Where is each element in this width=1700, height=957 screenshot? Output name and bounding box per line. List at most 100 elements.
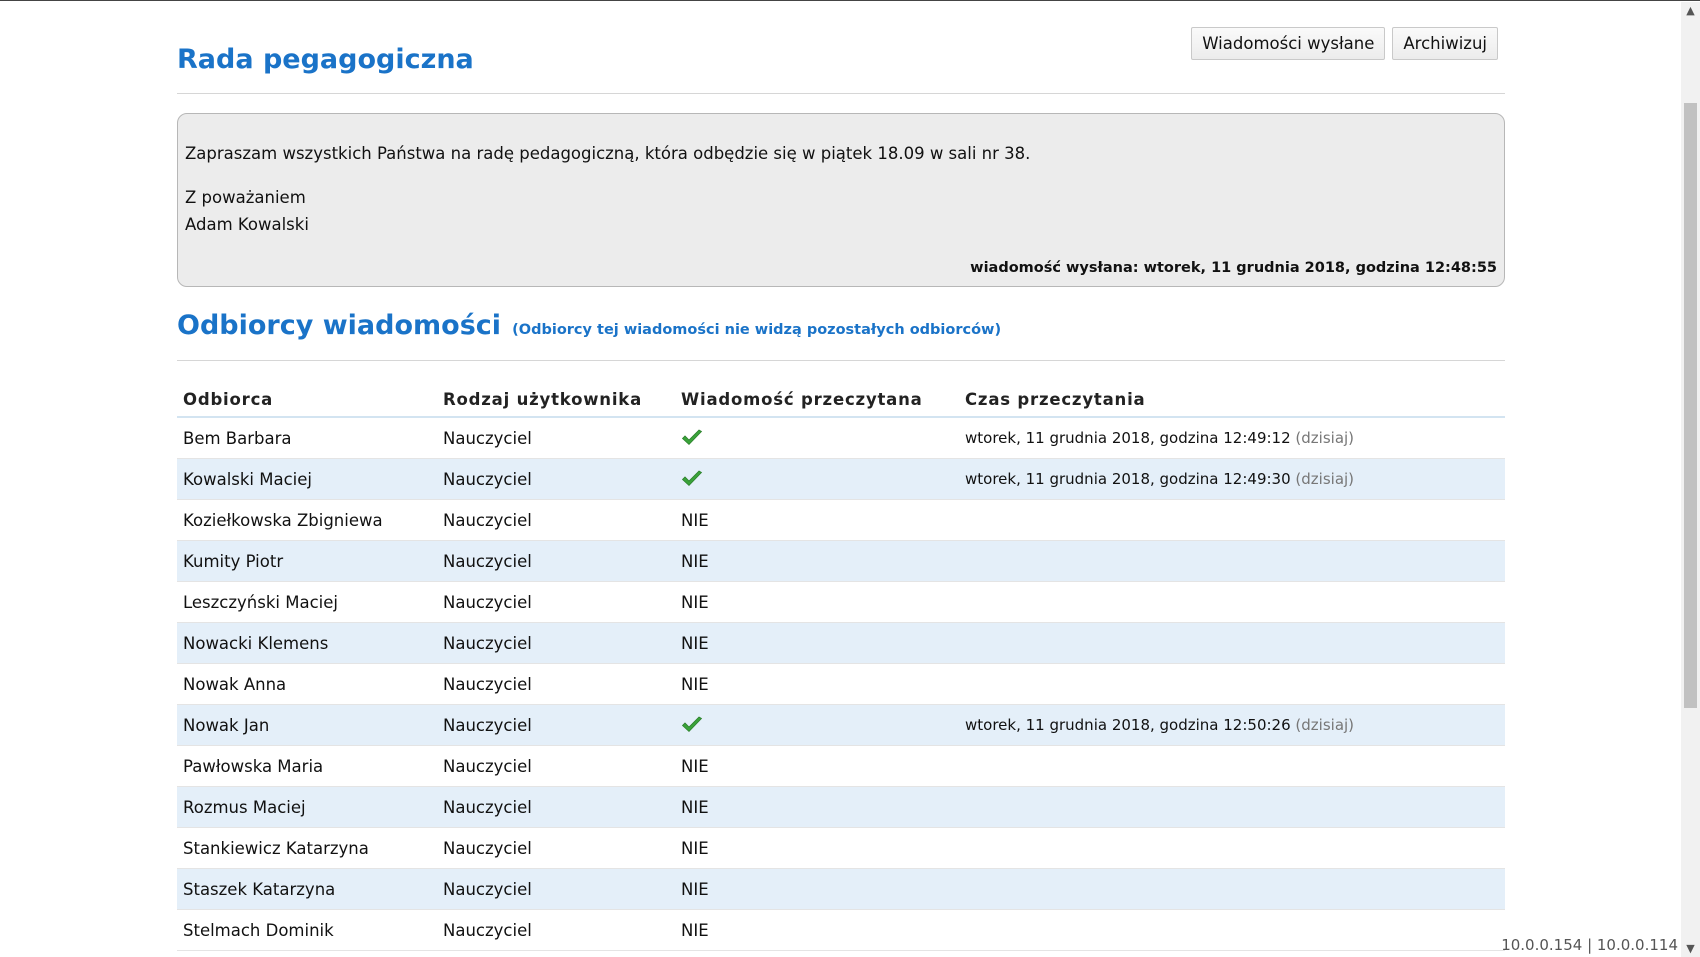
not-read-label: NIE <box>681 551 709 571</box>
not-read-label: NIE <box>681 756 709 776</box>
today-label: (dzisiaj) <box>1295 716 1355 734</box>
not-read-label: NIE <box>681 674 709 694</box>
archive-button[interactable]: Archiwizuj <box>1392 27 1498 60</box>
table-row: Nowacki Klemens Nauczyciel NIE <box>177 622 1505 664</box>
read-status <box>675 458 959 500</box>
checkmark-icon <box>681 429 953 447</box>
read-time-value: wtorek, 11 grudnia 2018, godzina 12:50:2… <box>965 716 1291 734</box>
not-read-label: NIE <box>681 797 709 817</box>
scrollbar-thumb[interactable] <box>1684 103 1697 708</box>
user-type: Nauczyciel <box>437 622 675 664</box>
checkmark-icon <box>681 470 953 488</box>
message-greeting: Z poważaniem <box>185 188 306 207</box>
read-status: NIE <box>675 499 959 541</box>
recipient-name: Stankiewicz Katarzyna <box>177 827 437 869</box>
ip-info: 10.0.0.154 | 10.0.0.114 <box>1501 936 1678 954</box>
read-status: NIE <box>675 663 959 705</box>
column-header-recipient: Odbiorca <box>177 383 437 418</box>
recipient-name: Pawłowska Maria <box>177 745 437 787</box>
read-status <box>675 704 959 746</box>
user-type: Nauczyciel <box>437 745 675 787</box>
read-time: wtorek, 11 grudnia 2018, godzina 12:49:1… <box>959 417 1505 459</box>
read-time-value: wtorek, 11 grudnia 2018, godzina 12:49:1… <box>965 429 1291 447</box>
table-row: Rozmus Maciej Nauczyciel NIE <box>177 786 1505 828</box>
recipient-name: Nowacki Klemens <box>177 622 437 664</box>
today-label: (dzisiaj) <box>1295 470 1355 488</box>
read-time <box>959 663 1505 705</box>
recipients-header: Odbiorcy wiadomości (Odbiorcy tej wiadom… <box>177 310 1505 361</box>
read-time <box>959 868 1505 910</box>
recipient-name: Koziełkowska Zbigniewa <box>177 499 437 541</box>
table-header-row: Odbiorca Rodzaj użytkownika Wiadomość pr… <box>177 383 1505 418</box>
user-type: Nauczyciel <box>437 417 675 459</box>
user-type: Nauczyciel <box>437 458 675 500</box>
not-read-label: NIE <box>681 838 709 858</box>
user-type: Nauczyciel <box>437 704 675 746</box>
read-status: NIE <box>675 622 959 664</box>
recipient-name: Staszek Katarzyna <box>177 868 437 910</box>
read-time <box>959 745 1505 787</box>
recipients-table: Odbiorca Rodzaj użytkownika Wiadomość pr… <box>177 383 1505 951</box>
user-type: Nauczyciel <box>437 663 675 705</box>
read-status: NIE <box>675 786 959 828</box>
read-status: NIE <box>675 827 959 869</box>
table-row: Koziełkowska Zbigniewa Nauczyciel NIE <box>177 499 1505 541</box>
recipient-name: Nowak Anna <box>177 663 437 705</box>
table-row: Leszczyński Maciej Nauczyciel NIE <box>177 581 1505 623</box>
user-type: Nauczyciel <box>437 868 675 910</box>
read-status <box>675 417 959 459</box>
recipient-name: Stelmach Dominik <box>177 909 437 951</box>
table-row: Pawłowska Maria Nauczyciel NIE <box>177 745 1505 787</box>
header-row: Rada pegagogiczna Wiadomości wysłane Arc… <box>177 27 1505 94</box>
today-label: (dzisiaj) <box>1295 429 1355 447</box>
recipients-title: Odbiorcy wiadomości <box>177 310 502 341</box>
read-time <box>959 499 1505 541</box>
read-time <box>959 581 1505 623</box>
vertical-scrollbar[interactable]: ▲ ▼ <box>1681 2 1700 957</box>
not-read-label: NIE <box>681 510 709 530</box>
scroll-down-arrow-icon[interactable]: ▼ <box>1681 940 1700 957</box>
message-body: Zapraszam wszystkich Państwa na radę ped… <box>185 144 1031 163</box>
recipient-name: Nowak Jan <box>177 704 437 746</box>
column-header-read-time: Czas przeczytania <box>959 383 1505 418</box>
read-status: NIE <box>675 540 959 582</box>
read-time: wtorek, 11 grudnia 2018, godzina 12:49:3… <box>959 458 1505 500</box>
read-time: wtorek, 11 grudnia 2018, godzina 12:50:2… <box>959 704 1505 746</box>
scroll-up-arrow-icon[interactable]: ▲ <box>1681 2 1700 19</box>
column-header-user-type: Rodzaj użytkownika <box>437 383 675 418</box>
not-read-label: NIE <box>681 879 709 899</box>
recipient-name: Bem Barbara <box>177 417 437 459</box>
table-row: Staszek Katarzyna Nauczyciel NIE <box>177 868 1505 910</box>
user-type: Nauczyciel <box>437 827 675 869</box>
page-content: Rada pegagogiczna Wiadomości wysłane Arc… <box>177 27 1505 951</box>
table-row: Nowak Anna Nauczyciel NIE <box>177 663 1505 705</box>
message-sent-date: wiadomość wysłana: wtorek, 11 grudnia 20… <box>970 260 1497 276</box>
header-actions: Wiadomości wysłane Archiwizuj <box>1191 27 1498 60</box>
table-row: Bem Barbara Nauczyciel wtorek, 11 grudnia … <box>177 417 1505 459</box>
recipients-note: (Odbiorcy tej wiadomości nie widzą pozos… <box>512 322 1002 338</box>
read-time <box>959 622 1505 664</box>
recipient-name: Leszczyński Maciej <box>177 581 437 623</box>
not-read-label: NIE <box>681 592 709 612</box>
checkmark-icon <box>681 716 953 734</box>
user-type: Nauczyciel <box>437 909 675 951</box>
read-time-value: wtorek, 11 grudnia 2018, godzina 12:49:3… <box>965 470 1291 488</box>
table-row: Kumity Piotr Nauczyciel NIE <box>177 540 1505 582</box>
table-row: Stankiewicz Katarzyna Nauczyciel NIE <box>177 827 1505 869</box>
not-read-label: NIE <box>681 920 709 940</box>
column-header-read: Wiadomość przeczytana <box>675 383 959 418</box>
read-status: NIE <box>675 745 959 787</box>
read-time <box>959 827 1505 869</box>
table-row: Stelmach Dominik Nauczyciel NIE <box>177 909 1505 951</box>
recipient-name: Kowalski Maciej <box>177 458 437 500</box>
read-status: NIE <box>675 868 959 910</box>
read-time <box>959 786 1505 828</box>
sent-messages-button[interactable]: Wiadomości wysłane <box>1191 27 1386 60</box>
read-status: NIE <box>675 581 959 623</box>
message-box: Zapraszam wszystkich Państwa na radę ped… <box>177 113 1505 287</box>
page-title: Rada pegagogiczna <box>177 44 474 75</box>
read-time <box>959 909 1505 951</box>
recipient-name: Rozmus Maciej <box>177 786 437 828</box>
user-type: Nauczyciel <box>437 786 675 828</box>
recipients-table-body: Bem Barbara Nauczyciel wtorek, 11 grudnia … <box>177 417 1505 951</box>
